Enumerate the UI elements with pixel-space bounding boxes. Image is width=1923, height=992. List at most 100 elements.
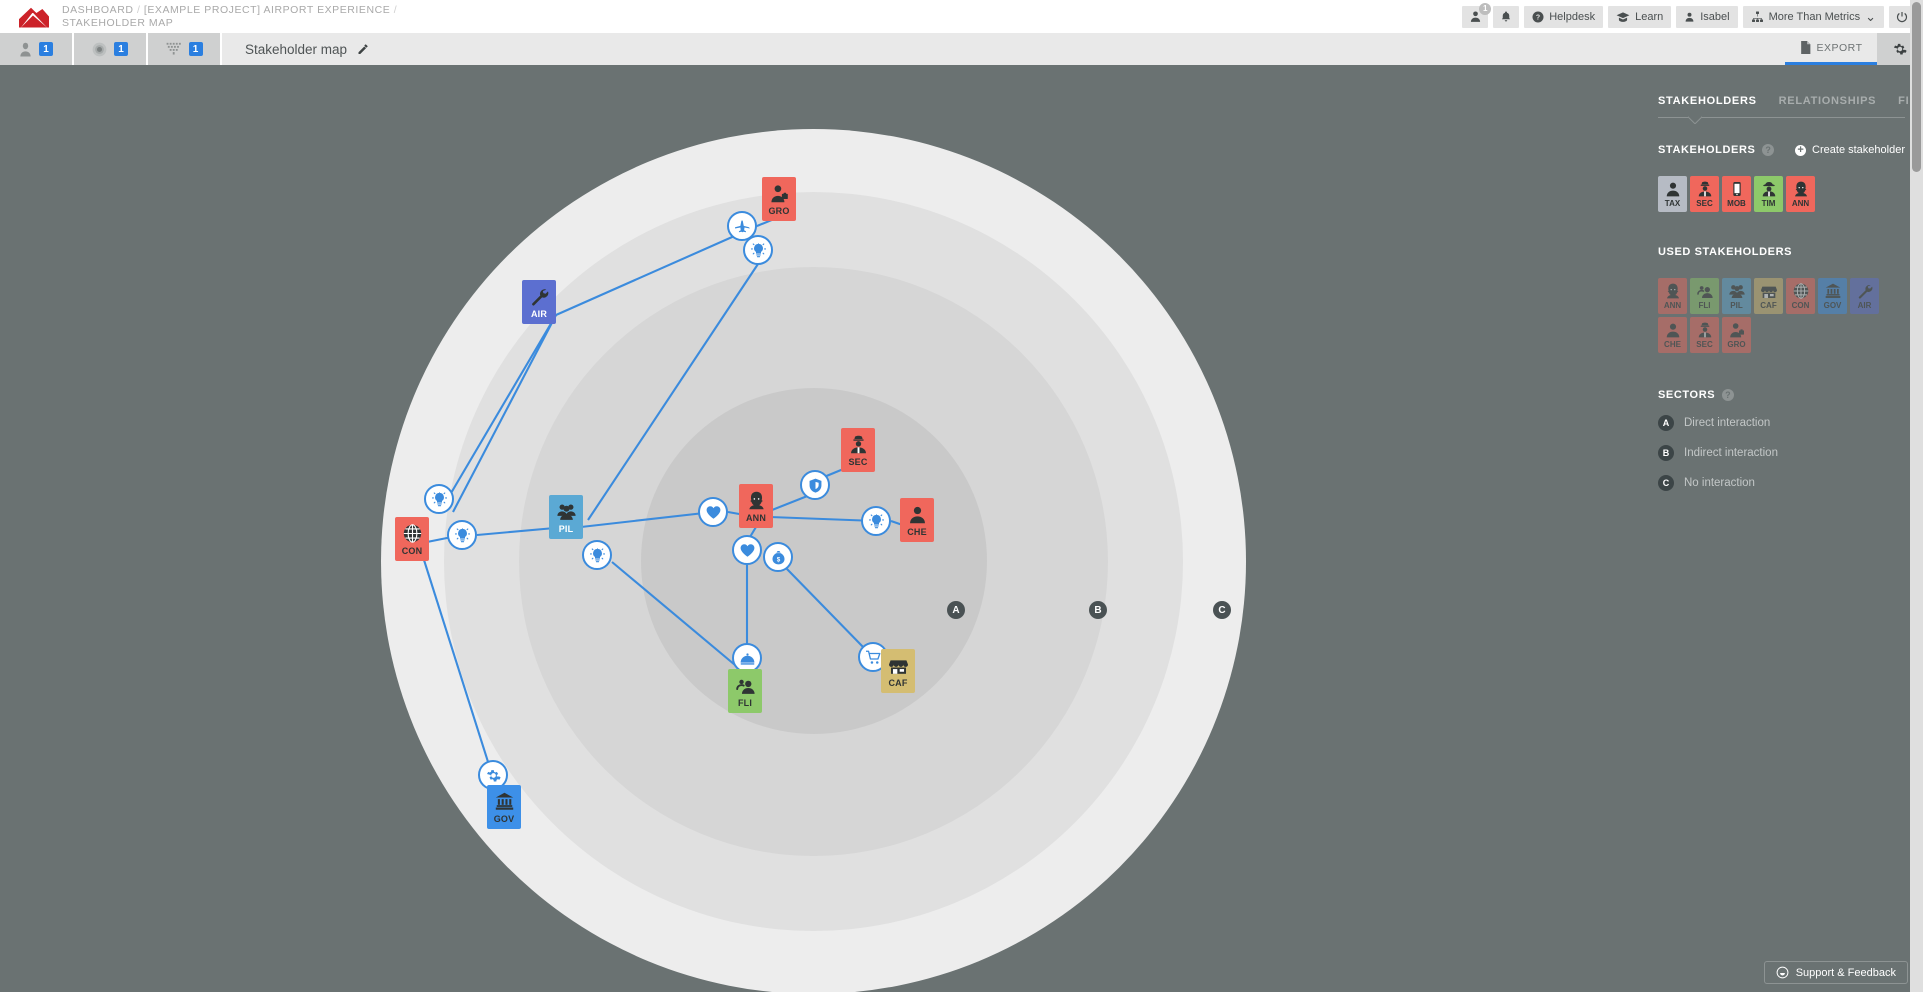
stakeholder-node-label: PIL xyxy=(558,524,574,534)
relationship-node-idea[interactable] xyxy=(861,506,891,536)
smile-icon xyxy=(1776,966,1789,979)
bank-icon xyxy=(1825,283,1840,298)
stakeholder-chip-caf[interactable]: CAF xyxy=(1754,278,1783,314)
stakeholder-chip-label: AIR xyxy=(1857,301,1872,310)
stakeholder-map-canvas[interactable]: A B C $ GRO AIR SEC ANN CHE PIL CON CAF FL… xyxy=(0,65,1640,992)
relationship-node-idea[interactable] xyxy=(424,484,454,514)
user-menu-button[interactable]: Isabel xyxy=(1676,5,1738,28)
edit-pencil-icon[interactable] xyxy=(357,43,369,55)
tab-relationships[interactable]: RELATIONSHIPS xyxy=(1779,95,1877,107)
tab-stakeholders[interactable]: STAKEHOLDERS xyxy=(1658,95,1757,107)
stakeholder-chip-air[interactable]: AIR xyxy=(1850,278,1879,314)
app-logo[interactable] xyxy=(14,0,54,33)
help-icon[interactable]: ? xyxy=(1762,144,1775,156)
relationship-node-heart[interactable] xyxy=(732,535,762,565)
stakeholder-chip-sec[interactable]: SEC xyxy=(1690,317,1719,353)
breadcrumb-project[interactable]: [EXAMPLE PROJECT] AIRPORT EXPERIENCE xyxy=(144,4,390,16)
help-icon[interactable]: ? xyxy=(1722,389,1735,401)
scrollbar-thumb[interactable] xyxy=(1912,2,1921,172)
stakeholder-chip-label: PIL xyxy=(1730,301,1743,310)
touchpoints-tab[interactable]: 1 xyxy=(74,33,148,65)
stakeholder-node-che[interactable]: CHE xyxy=(900,498,934,542)
passengers-icon xyxy=(1696,286,1713,298)
stakeholder-node-label: CHE xyxy=(907,527,927,537)
journey-icon xyxy=(166,42,181,55)
notifications-button[interactable] xyxy=(1493,5,1520,28)
officer-icon xyxy=(850,435,866,453)
idea-icon xyxy=(868,513,884,528)
bank-icon xyxy=(495,792,513,810)
stakeholder-chip-ann[interactable]: ANN xyxy=(1786,176,1815,212)
stakeholder-chip-fli[interactable]: FLI xyxy=(1690,278,1719,314)
wrench-icon xyxy=(530,284,549,308)
support-feedback-button[interactable]: Support & Feedback xyxy=(1763,961,1908,984)
stakeholder-chip-label: GRO xyxy=(1727,340,1746,349)
persona-icon xyxy=(20,42,31,57)
stakeholder-node-con[interactable]: CON xyxy=(395,517,429,561)
wrench-icon xyxy=(531,288,548,306)
stakeholder-node-air[interactable]: AIR xyxy=(522,280,556,324)
stakeholder-chip-sec[interactable]: SEC xyxy=(1690,176,1719,212)
stakeholder-chip-pil[interactable]: PIL xyxy=(1722,278,1751,314)
sector-marker-b: B xyxy=(1089,601,1107,619)
stakeholder-chip-con[interactable]: CON xyxy=(1786,278,1815,314)
stakeholder-chip-label: CHE xyxy=(1664,340,1681,349)
active-tab-caret xyxy=(1688,116,1702,124)
stakeholder-node-ann[interactable]: ANN xyxy=(739,484,773,528)
helpdesk-button[interactable]: ? Helpdesk xyxy=(1524,5,1604,28)
passengers-icon xyxy=(735,679,755,694)
account-button[interactable]: 1 xyxy=(1462,2,1492,28)
stakeholder-chip-mob[interactable]: MOB xyxy=(1722,176,1751,212)
create-stakeholder-label: Create stakeholder xyxy=(1812,144,1905,156)
create-stakeholder-button[interactable]: + Create stakeholder xyxy=(1795,144,1905,156)
heart-icon xyxy=(740,543,754,557)
stakeholder-palette: TAX SEC MOB TIM ANN xyxy=(1658,176,1905,212)
globe-icon xyxy=(403,523,421,543)
stakeholder-node-sec[interactable]: SEC xyxy=(841,428,875,472)
stakeholder-chip-ann[interactable]: ANN xyxy=(1658,278,1687,314)
relationship-node-money[interactable]: $ xyxy=(763,542,793,572)
wrench-icon xyxy=(1858,284,1872,299)
stakeholder-node-fli[interactable]: FLI xyxy=(728,669,762,713)
relationship-node-shield[interactable] xyxy=(800,470,830,500)
learn-button[interactable]: Learn xyxy=(1608,5,1672,28)
org-menu-button[interactable]: More Than Metrics ⌄ xyxy=(1742,5,1884,28)
export-button[interactable]: EXPORT xyxy=(1785,33,1877,65)
stakeholders-heading: STAKEHOLDERS xyxy=(1658,144,1756,156)
relationship-node-idea[interactable] xyxy=(582,540,612,570)
shop-icon xyxy=(888,653,908,677)
stakeholder-map-tab[interactable]: Stakeholder map xyxy=(222,33,1785,65)
gear-icon xyxy=(486,769,501,781)
woman-icon xyxy=(1665,281,1681,301)
personas-tab[interactable]: 1 xyxy=(0,33,74,65)
breadcrumb-dashboard[interactable]: DASHBOARD xyxy=(62,4,133,16)
stakeholder-chip-tax[interactable]: TAX xyxy=(1658,176,1687,212)
cart-icon xyxy=(865,650,880,664)
relationship-node-heart[interactable] xyxy=(698,497,728,527)
stakeholder-chip-tim[interactable]: TIM xyxy=(1754,176,1783,212)
shop-icon xyxy=(888,659,908,674)
shop-icon xyxy=(1760,286,1777,298)
page-scrollbar[interactable] xyxy=(1910,0,1923,992)
stakeholder-map-title: Stakeholder map xyxy=(245,41,348,57)
detective-icon xyxy=(1762,182,1775,197)
stakeholder-chip-gov[interactable]: GOV xyxy=(1818,278,1847,314)
relationship-node-idea[interactable] xyxy=(447,520,477,550)
stakeholder-chip-gro[interactable]: GRO xyxy=(1722,317,1751,353)
stakeholder-node-caf[interactable]: CAF xyxy=(881,649,915,693)
stakeholder-node-label: GRO xyxy=(768,206,790,216)
mobile-icon xyxy=(1729,179,1745,199)
bank-icon xyxy=(1825,281,1841,301)
relationship-node-idea[interactable] xyxy=(743,235,773,265)
stakeholder-chip-che[interactable]: CHE xyxy=(1658,317,1687,353)
journey-tab[interactable]: 1 xyxy=(148,33,222,65)
stakeholder-node-pil[interactable]: PIL xyxy=(549,495,583,539)
user-label: Isabel xyxy=(1700,10,1730,23)
used-stakeholder-list: ANN FLI PIL CAF CON GOV AIR CHE SEC GRO xyxy=(1658,278,1905,353)
stakeholder-node-gro[interactable]: GRO xyxy=(762,177,796,221)
person-icon xyxy=(1666,323,1679,338)
woman-icon xyxy=(747,488,766,512)
person-icon xyxy=(908,502,927,526)
stakeholder-node-gov[interactable]: GOV xyxy=(487,785,521,829)
top-bar: DASHBOARD / [EXAMPLE PROJECT] AIRPORT EX… xyxy=(0,0,1923,33)
